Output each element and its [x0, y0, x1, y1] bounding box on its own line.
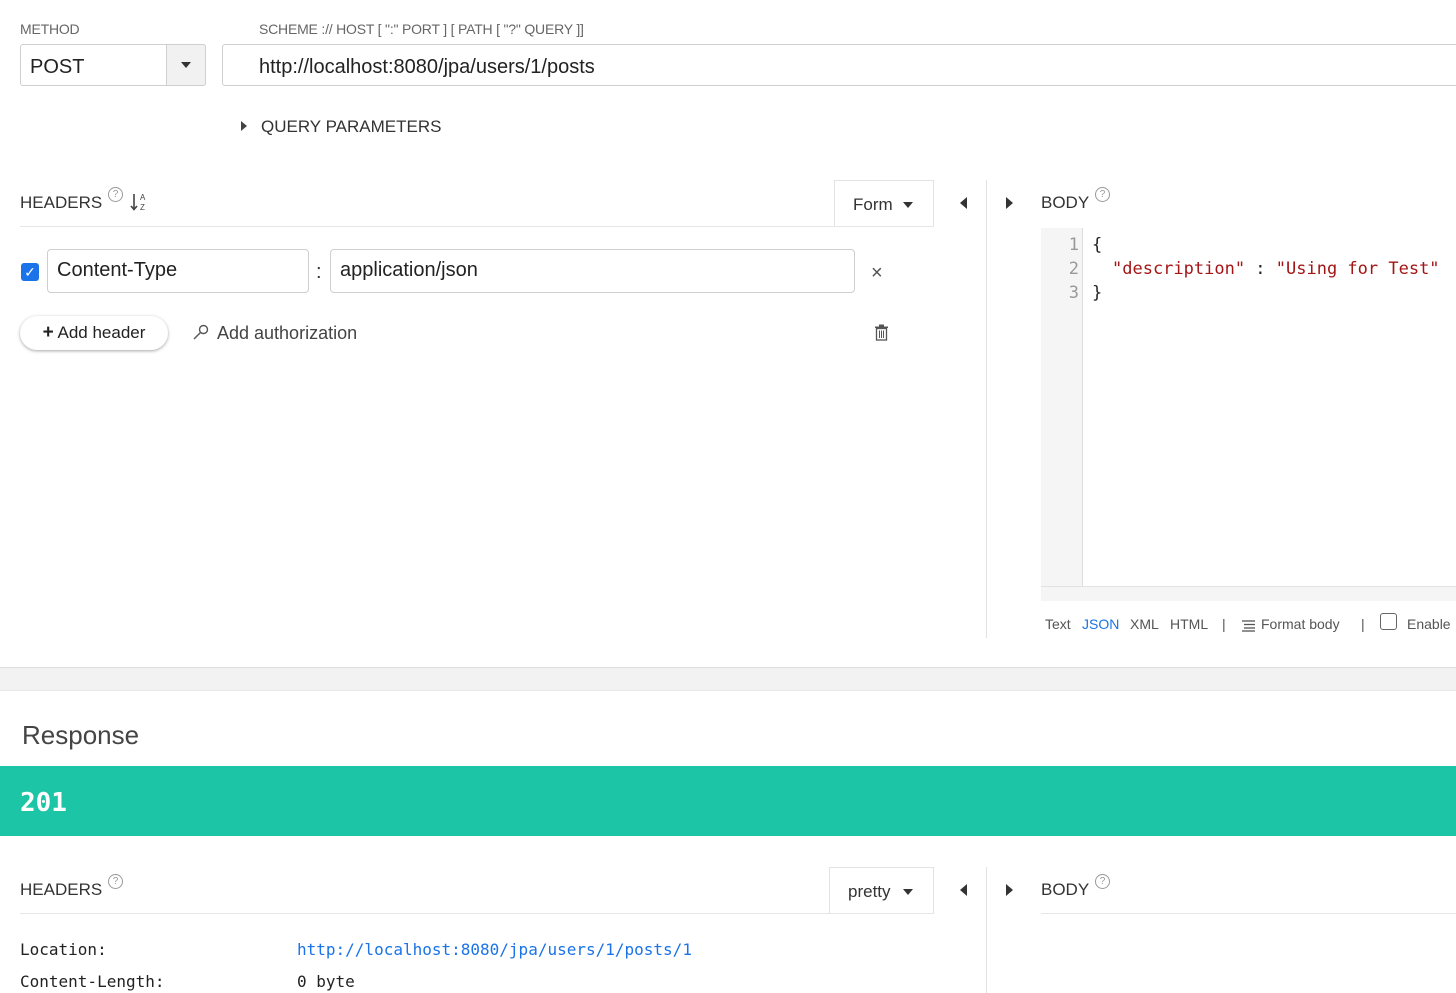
format-text[interactable]: Text — [1045, 616, 1071, 632]
code-line[interactable]: "description" : "Using for Test" — [1112, 259, 1440, 279]
chevron-down-icon — [903, 889, 913, 895]
format-json[interactable]: JSON — [1082, 616, 1119, 632]
add-header-button[interactable]: + Add header — [20, 316, 168, 350]
help-icon[interactable]: ? — [1095, 874, 1110, 889]
format-html[interactable]: HTML — [1170, 616, 1208, 632]
panel-divider — [986, 867, 987, 993]
format-icon — [1241, 618, 1256, 632]
url-value: http://localhost:8080/jpa/users/1/posts — [259, 56, 595, 78]
chevron-down-icon — [903, 202, 913, 208]
collapse-right-icon[interactable] — [1006, 884, 1013, 896]
editor-scrollbar[interactable] — [1041, 586, 1456, 601]
view-mode-value: pretty — [848, 882, 891, 901]
format-divider: | — [1222, 616, 1226, 632]
format-divider: | — [1361, 616, 1365, 632]
trash-icon[interactable] — [874, 324, 889, 341]
response-body-divider — [1041, 913, 1456, 914]
help-icon[interactable]: ? — [1095, 187, 1110, 202]
section-separator — [0, 667, 1456, 691]
header-name-input[interactable]: Content-Type — [47, 249, 309, 293]
json-separator: : — [1245, 259, 1276, 279]
method-label: METHOD — [20, 21, 80, 37]
line-number: 1 — [1068, 235, 1079, 255]
format-body-button[interactable]: Format body — [1261, 616, 1340, 632]
response-header-key: Location: — [20, 940, 107, 959]
collapse-right-icon[interactable] — [1006, 197, 1013, 209]
line-number: 3 — [1068, 283, 1079, 303]
chevron-down-icon — [181, 62, 191, 68]
response-header-key: Content-Length: — [20, 972, 165, 991]
response-header-value: 0 byte — [297, 972, 355, 991]
header-enabled-checkbox[interactable]: ✓ — [21, 263, 39, 281]
headers-title: HEADERS — [20, 193, 103, 212]
headers-mode-select[interactable]: Form — [834, 180, 934, 226]
svg-text:A: A — [140, 193, 146, 202]
body-title: BODY — [1041, 193, 1090, 212]
response-headers-divider — [20, 913, 934, 914]
location-link[interactable]: http://localhost:8080/jpa/users/1/posts/… — [297, 940, 692, 959]
key-icon — [192, 323, 210, 341]
format-xml[interactable]: XML — [1130, 616, 1159, 632]
response-view-mode-select[interactable]: pretty — [829, 867, 934, 913]
editor-gutter — [1041, 228, 1083, 586]
add-authorization-link[interactable]: Add authorization — [217, 323, 357, 344]
add-header-label: Add header — [57, 323, 146, 342]
header-separator: : — [316, 261, 322, 283]
header-value-input[interactable]: application/json — [330, 249, 855, 293]
expand-triangle-icon[interactable] — [241, 121, 247, 131]
enable-label: Enable — [1407, 616, 1451, 632]
help-icon[interactable]: ? — [108, 874, 123, 889]
method-value: POST — [30, 56, 85, 78]
svg-text:Z: Z — [140, 203, 145, 212]
json-key: "description" — [1112, 259, 1246, 279]
url-label: SCHEME :// HOST [ ":" PORT ] [ PATH [ "?… — [259, 21, 584, 37]
enable-checkbox[interactable] — [1380, 613, 1397, 630]
help-icon[interactable]: ? — [108, 187, 123, 202]
query-parameters-toggle[interactable]: QUERY PARAMETERS — [261, 117, 441, 137]
collapse-left-icon[interactable] — [960, 197, 967, 209]
status-code: 201 — [20, 788, 67, 818]
line-number: 2 — [1068, 259, 1079, 279]
method-dropdown-button[interactable] — [166, 44, 206, 86]
headers-divider — [20, 226, 934, 227]
headers-mode-value: Form — [853, 195, 893, 214]
close-icon[interactable]: × — [871, 262, 883, 285]
collapse-left-icon[interactable] — [960, 884, 967, 896]
code-line[interactable]: { — [1092, 235, 1102, 255]
response-title: Response — [22, 720, 140, 750]
plus-icon: + — [42, 322, 54, 343]
response-body-title: BODY — [1041, 880, 1090, 899]
code-line[interactable]: } — [1092, 283, 1102, 303]
response-headers-title: HEADERS — [20, 880, 103, 899]
panel-divider — [986, 180, 987, 638]
json-value: "Using for Test" — [1275, 259, 1440, 279]
sort-alpha-icon[interactable]: A Z — [130, 192, 148, 212]
status-bar — [0, 766, 1456, 836]
